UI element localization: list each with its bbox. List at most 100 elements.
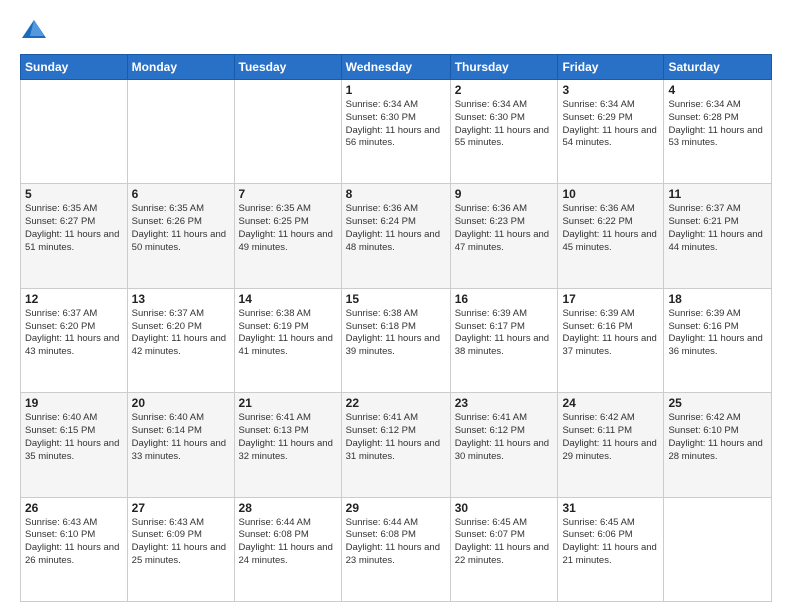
day-number: 23 [455,396,554,410]
calendar-cell: 23 Sunrise: 6:41 AMSunset: 6:12 PMDaylig… [450,393,558,497]
calendar-cell: 27 Sunrise: 6:43 AMSunset: 6:09 PMDaylig… [127,497,234,601]
calendar-week-row: 1 Sunrise: 6:34 AMSunset: 6:30 PMDayligh… [21,80,772,184]
day-number: 1 [346,83,446,97]
calendar-cell [234,80,341,184]
calendar-cell: 1 Sunrise: 6:34 AMSunset: 6:30 PMDayligh… [341,80,450,184]
calendar-cell: 14 Sunrise: 6:38 AMSunset: 6:19 PMDaylig… [234,288,341,392]
day-number: 2 [455,83,554,97]
header [20,16,772,44]
logo-icon [20,16,48,44]
day-number: 9 [455,187,554,201]
day-number: 10 [562,187,659,201]
calendar-cell: 31 Sunrise: 6:45 AMSunset: 6:06 PMDaylig… [558,497,664,601]
day-number: 5 [25,187,123,201]
calendar-week-row: 26 Sunrise: 6:43 AMSunset: 6:10 PMDaylig… [21,497,772,601]
weekday-header-row: SundayMondayTuesdayWednesdayThursdayFrid… [21,55,772,80]
calendar-cell: 25 Sunrise: 6:42 AMSunset: 6:10 PMDaylig… [664,393,772,497]
page: SundayMondayTuesdayWednesdayThursdayFrid… [0,0,792,612]
day-info: Sunrise: 6:43 AMSunset: 6:10 PMDaylight:… [25,517,123,568]
weekday-header: Monday [127,55,234,80]
day-number: 14 [239,292,337,306]
calendar-cell: 12 Sunrise: 6:37 AMSunset: 6:20 PMDaylig… [21,288,128,392]
day-info: Sunrise: 6:45 AMSunset: 6:06 PMDaylight:… [562,517,659,568]
day-info: Sunrise: 6:40 AMSunset: 6:15 PMDaylight:… [25,412,123,463]
calendar-cell: 8 Sunrise: 6:36 AMSunset: 6:24 PMDayligh… [341,184,450,288]
day-info: Sunrise: 6:41 AMSunset: 6:13 PMDaylight:… [239,412,337,463]
calendar-cell: 11 Sunrise: 6:37 AMSunset: 6:21 PMDaylig… [664,184,772,288]
calendar-cell: 4 Sunrise: 6:34 AMSunset: 6:28 PMDayligh… [664,80,772,184]
day-info: Sunrise: 6:41 AMSunset: 6:12 PMDaylight:… [455,412,554,463]
day-number: 22 [346,396,446,410]
day-info: Sunrise: 6:37 AMSunset: 6:20 PMDaylight:… [25,308,123,359]
weekday-header: Friday [558,55,664,80]
calendar-cell: 7 Sunrise: 6:35 AMSunset: 6:25 PMDayligh… [234,184,341,288]
day-number: 26 [25,501,123,515]
day-info: Sunrise: 6:41 AMSunset: 6:12 PMDaylight:… [346,412,446,463]
day-number: 16 [455,292,554,306]
calendar-cell [21,80,128,184]
day-info: Sunrise: 6:37 AMSunset: 6:20 PMDaylight:… [132,308,230,359]
calendar-cell: 9 Sunrise: 6:36 AMSunset: 6:23 PMDayligh… [450,184,558,288]
day-info: Sunrise: 6:43 AMSunset: 6:09 PMDaylight:… [132,517,230,568]
day-info: Sunrise: 6:37 AMSunset: 6:21 PMDaylight:… [668,203,767,254]
day-number: 11 [668,187,767,201]
weekday-header: Wednesday [341,55,450,80]
calendar-cell: 13 Sunrise: 6:37 AMSunset: 6:20 PMDaylig… [127,288,234,392]
day-info: Sunrise: 6:42 AMSunset: 6:11 PMDaylight:… [562,412,659,463]
calendar-week-row: 19 Sunrise: 6:40 AMSunset: 6:15 PMDaylig… [21,393,772,497]
day-number: 25 [668,396,767,410]
day-number: 24 [562,396,659,410]
calendar-cell: 6 Sunrise: 6:35 AMSunset: 6:26 PMDayligh… [127,184,234,288]
day-number: 4 [668,83,767,97]
day-info: Sunrise: 6:35 AMSunset: 6:25 PMDaylight:… [239,203,337,254]
day-number: 7 [239,187,337,201]
day-number: 20 [132,396,230,410]
day-number: 28 [239,501,337,515]
day-info: Sunrise: 6:34 AMSunset: 6:30 PMDaylight:… [346,99,446,150]
calendar-cell: 16 Sunrise: 6:39 AMSunset: 6:17 PMDaylig… [450,288,558,392]
day-info: Sunrise: 6:34 AMSunset: 6:30 PMDaylight:… [455,99,554,150]
day-info: Sunrise: 6:44 AMSunset: 6:08 PMDaylight:… [346,517,446,568]
day-info: Sunrise: 6:38 AMSunset: 6:18 PMDaylight:… [346,308,446,359]
day-info: Sunrise: 6:39 AMSunset: 6:16 PMDaylight:… [562,308,659,359]
day-info: Sunrise: 6:42 AMSunset: 6:10 PMDaylight:… [668,412,767,463]
calendar-cell: 10 Sunrise: 6:36 AMSunset: 6:22 PMDaylig… [558,184,664,288]
day-number: 31 [562,501,659,515]
calendar-cell [664,497,772,601]
calendar-cell: 20 Sunrise: 6:40 AMSunset: 6:14 PMDaylig… [127,393,234,497]
weekday-header: Sunday [21,55,128,80]
calendar-cell: 29 Sunrise: 6:44 AMSunset: 6:08 PMDaylig… [341,497,450,601]
day-number: 17 [562,292,659,306]
day-number: 18 [668,292,767,306]
day-number: 3 [562,83,659,97]
calendar-cell: 26 Sunrise: 6:43 AMSunset: 6:10 PMDaylig… [21,497,128,601]
calendar-cell: 17 Sunrise: 6:39 AMSunset: 6:16 PMDaylig… [558,288,664,392]
calendar-cell: 15 Sunrise: 6:38 AMSunset: 6:18 PMDaylig… [341,288,450,392]
calendar-table: SundayMondayTuesdayWednesdayThursdayFrid… [20,54,772,602]
calendar-cell: 21 Sunrise: 6:41 AMSunset: 6:13 PMDaylig… [234,393,341,497]
calendar-cell: 5 Sunrise: 6:35 AMSunset: 6:27 PMDayligh… [21,184,128,288]
day-number: 27 [132,501,230,515]
day-number: 12 [25,292,123,306]
day-info: Sunrise: 6:34 AMSunset: 6:29 PMDaylight:… [562,99,659,150]
day-number: 29 [346,501,446,515]
calendar-cell: 30 Sunrise: 6:45 AMSunset: 6:07 PMDaylig… [450,497,558,601]
day-info: Sunrise: 6:36 AMSunset: 6:24 PMDaylight:… [346,203,446,254]
day-info: Sunrise: 6:36 AMSunset: 6:23 PMDaylight:… [455,203,554,254]
calendar-week-row: 5 Sunrise: 6:35 AMSunset: 6:27 PMDayligh… [21,184,772,288]
calendar-cell [127,80,234,184]
day-info: Sunrise: 6:39 AMSunset: 6:16 PMDaylight:… [668,308,767,359]
day-info: Sunrise: 6:36 AMSunset: 6:22 PMDaylight:… [562,203,659,254]
day-number: 13 [132,292,230,306]
day-number: 30 [455,501,554,515]
day-info: Sunrise: 6:44 AMSunset: 6:08 PMDaylight:… [239,517,337,568]
weekday-header: Saturday [664,55,772,80]
day-number: 15 [346,292,446,306]
day-number: 21 [239,396,337,410]
day-info: Sunrise: 6:39 AMSunset: 6:17 PMDaylight:… [455,308,554,359]
calendar-cell: 19 Sunrise: 6:40 AMSunset: 6:15 PMDaylig… [21,393,128,497]
calendar-cell: 18 Sunrise: 6:39 AMSunset: 6:16 PMDaylig… [664,288,772,392]
day-number: 8 [346,187,446,201]
day-info: Sunrise: 6:35 AMSunset: 6:26 PMDaylight:… [132,203,230,254]
day-info: Sunrise: 6:38 AMSunset: 6:19 PMDaylight:… [239,308,337,359]
